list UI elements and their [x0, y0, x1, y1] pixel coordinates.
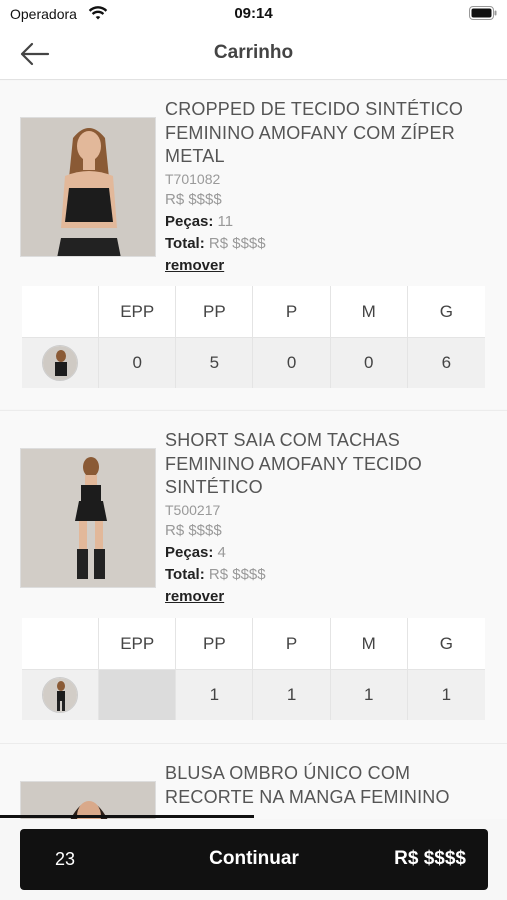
- quantity-input[interactable]: 1: [407, 669, 485, 720]
- continue-button[interactable]: 23 Continuar R$ $$$$: [20, 829, 488, 890]
- pieces-count: 4: [217, 543, 226, 561]
- color-swatch-cell: [22, 669, 100, 720]
- pieces-label: Peças:: [165, 543, 214, 561]
- page-title: Carrinho: [213, 42, 294, 63]
- size-label: PP: [176, 286, 254, 337]
- size-label: M: [330, 618, 408, 669]
- pieces-label: Peças:: [165, 212, 214, 230]
- remove-link[interactable]: remover: [165, 586, 485, 608]
- product-price: R$ $$$$: [165, 521, 222, 539]
- size-header-row: EPP PP P M G: [22, 286, 485, 337]
- battery-icon: [469, 6, 497, 25]
- quantity-input[interactable]: 0: [253, 337, 331, 388]
- status-bar: Operadora 09:14: [0, 0, 507, 30]
- quantity-input[interactable]: 6: [407, 337, 485, 388]
- quantity-row: 1 1 1 1: [22, 669, 485, 720]
- quantity-unavailable: [99, 669, 177, 720]
- product-image[interactable]: [20, 448, 156, 588]
- quantity-input[interactable]: 1: [253, 669, 331, 720]
- scroll-indicator: [0, 815, 254, 818]
- total-row: Total: R$ $$$$: [165, 564, 485, 586]
- clock: 09:14: [234, 5, 273, 22]
- product-info: CROPPED DE TECIDO SINTÉTICO FEMININO AMO…: [165, 98, 485, 277]
- size-label: EPP: [99, 286, 177, 337]
- empty-header-cell: [22, 618, 100, 669]
- product-info: SHORT SAIA COM TACHAS FEMININO AMOFANY T…: [165, 429, 485, 608]
- product-price: R$ $$$$: [165, 190, 222, 208]
- size-label: EPP: [99, 618, 177, 669]
- product-name[interactable]: CROPPED DE TECIDO SINTÉTICO FEMININO AMO…: [165, 98, 485, 169]
- pieces-count: 11: [217, 212, 234, 230]
- cart-item: BLUSA OMBRO ÚNICO COM RECORTE NA MANGA F…: [0, 744, 507, 819]
- quantity-input[interactable]: 1: [176, 669, 254, 720]
- size-label: P: [253, 286, 331, 337]
- size-grid: EPP PP P M G 1 1 1 1: [22, 618, 485, 720]
- total-label: Total:: [165, 565, 205, 583]
- size-header-row: EPP PP P M G: [22, 618, 485, 669]
- color-thumbnail: [42, 677, 79, 713]
- product-info: BLUSA OMBRO ÚNICO COM RECORTE NA MANGA F…: [165, 762, 485, 809]
- cart-item: CROPPED DE TECIDO SINTÉTICO FEMININO AMO…: [0, 81, 507, 409]
- size-label: G: [407, 286, 485, 337]
- pieces-row: Peças: 11: [165, 211, 485, 233]
- empty-header-cell: [22, 286, 100, 337]
- size-grid: EPP PP P M G 0 5 0 0 6: [22, 286, 485, 388]
- pieces-row: Peças: 4: [165, 542, 485, 564]
- product-image[interactable]: [20, 117, 156, 257]
- quantity-input[interactable]: 0: [99, 337, 177, 388]
- total-label: Total:: [165, 234, 205, 252]
- item-total: R$ $$$$: [208, 234, 266, 252]
- size-label: PP: [176, 618, 254, 669]
- product-name[interactable]: BLUSA OMBRO ÚNICO COM RECORTE NA MANGA F…: [165, 762, 485, 809]
- color-thumbnail: [42, 345, 79, 381]
- item-total: R$ $$$$: [208, 565, 266, 583]
- total-row: Total: R$ $$$$: [165, 233, 485, 255]
- product-image[interactable]: [20, 781, 156, 819]
- quantity-row: 0 5 0 0 6: [22, 337, 485, 388]
- size-label: P: [253, 618, 331, 669]
- color-swatch-cell: [22, 337, 100, 388]
- quantity-input[interactable]: 0: [330, 337, 408, 388]
- size-label: M: [330, 286, 408, 337]
- product-sku: T701082: [165, 170, 221, 187]
- remove-link[interactable]: remover: [165, 255, 485, 277]
- size-label: G: [407, 618, 485, 669]
- cart-item: SHORT SAIA COM TACHAS FEMININO AMOFANY T…: [0, 411, 507, 743]
- quantity-input[interactable]: 1: [330, 669, 408, 720]
- nav-header: Carrinho: [0, 30, 507, 80]
- cart-total: R$ $$$$: [394, 848, 466, 869]
- product-name[interactable]: SHORT SAIA COM TACHAS FEMININO AMOFANY T…: [165, 429, 485, 500]
- product-sku: T500217: [165, 501, 221, 518]
- quantity-input[interactable]: 5: [176, 337, 254, 388]
